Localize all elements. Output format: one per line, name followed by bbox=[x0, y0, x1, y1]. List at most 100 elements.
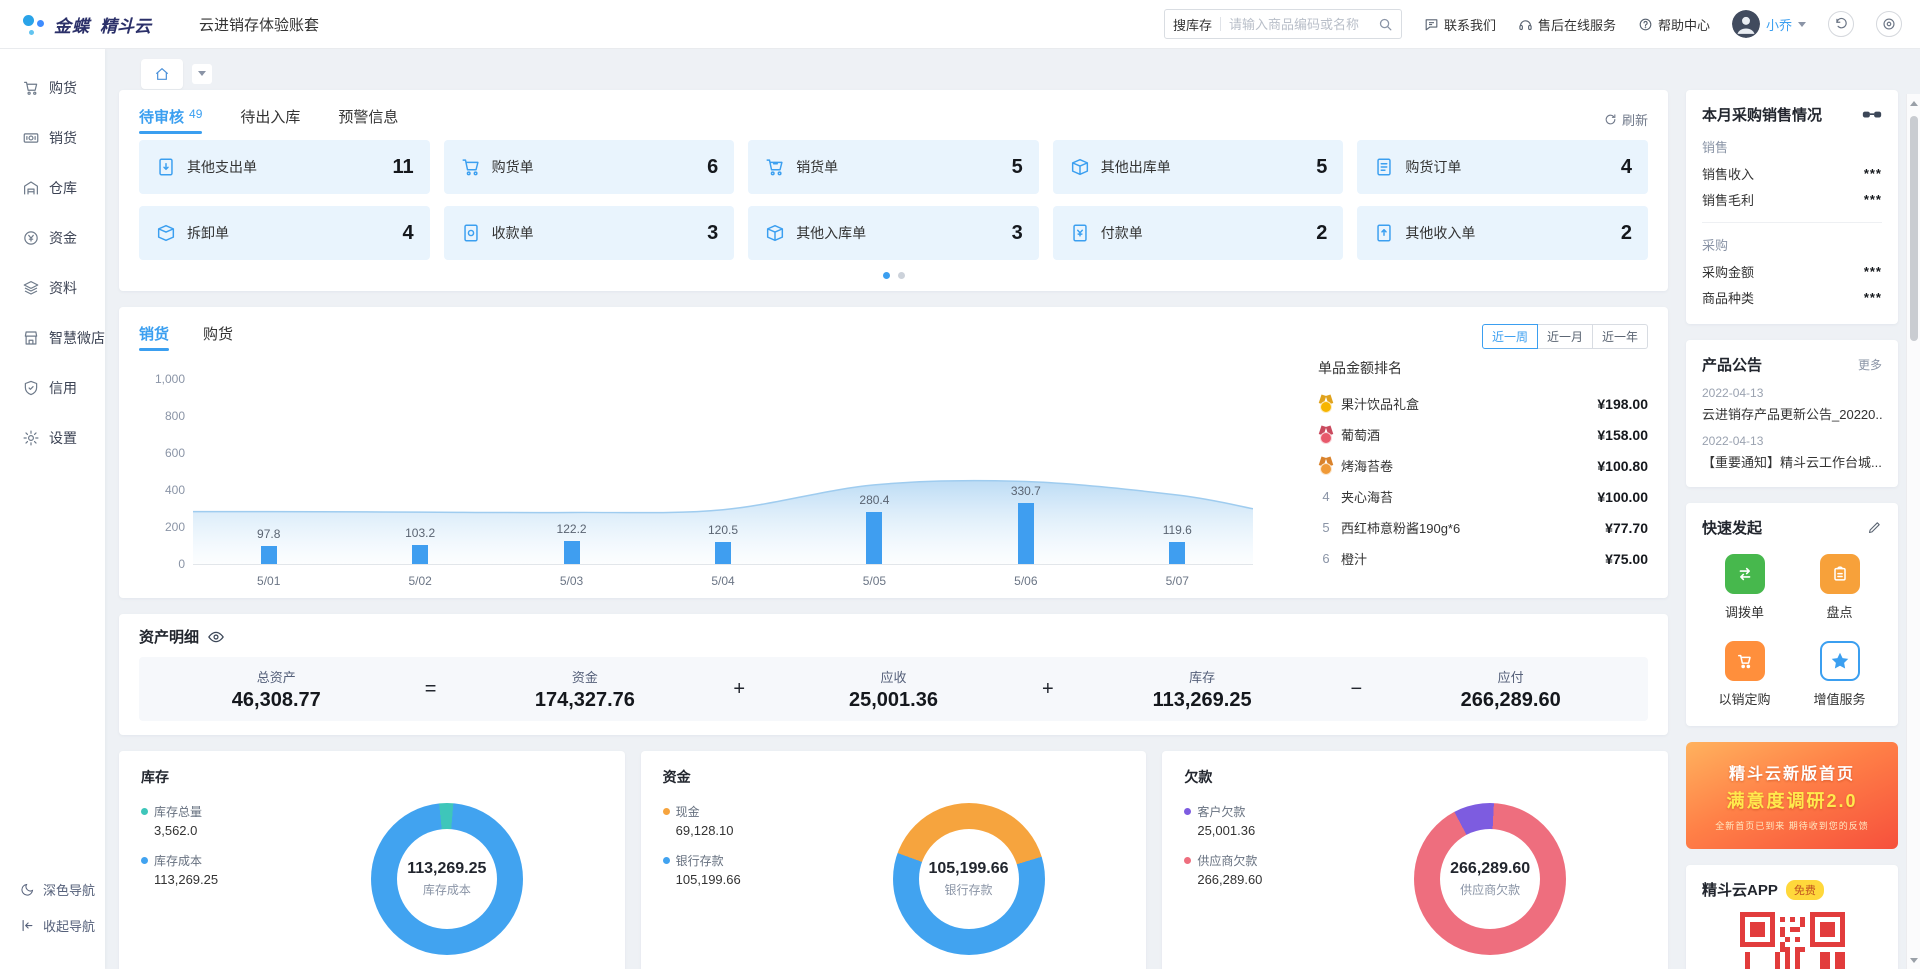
quick-stocktake[interactable]: 盘点 bbox=[1797, 554, 1882, 621]
tab-list-dropdown[interactable] bbox=[192, 64, 212, 84]
search-scope-selector[interactable]: 搜库存 bbox=[1173, 15, 1212, 34]
sidebar-item-purchase[interactable]: 购货 bbox=[0, 63, 105, 113]
tile-count: 5 bbox=[1012, 156, 1023, 179]
product-amount: ¥77.70 bbox=[1605, 520, 1648, 536]
y-axis-tick: 0 bbox=[141, 557, 185, 571]
y-axis-tick: 800 bbox=[141, 409, 185, 423]
more-link[interactable]: 更多 bbox=[1858, 356, 1882, 373]
warehouse-icon bbox=[22, 179, 40, 197]
quick-label: 盘点 bbox=[1826, 602, 1852, 621]
panel-title: 本月采购销售情况 bbox=[1702, 104, 1822, 125]
contact-us-link[interactable]: 联系我们 bbox=[1424, 15, 1496, 34]
after-sales-service-label: 售后在线服务 bbox=[1538, 15, 1616, 34]
search-input[interactable] bbox=[1229, 17, 1378, 32]
ranking-row[interactable]: 5 西红柿意粉酱190g*6 ¥77.70 bbox=[1318, 512, 1648, 543]
tab-warning-info[interactable]: 预警信息 bbox=[338, 100, 398, 138]
privacy-toggle-icon[interactable] bbox=[1862, 108, 1882, 122]
history-back-button[interactable] bbox=[1828, 11, 1854, 37]
ranking-row[interactable]: 葡萄酒 ¥158.00 bbox=[1318, 419, 1648, 450]
divider bbox=[1702, 222, 1882, 223]
collapse-nav-button[interactable]: 收起导航 bbox=[0, 907, 105, 943]
tab-label: 预警信息 bbox=[338, 106, 398, 127]
sidebar-item-label: 销货 bbox=[49, 128, 77, 148]
home-tab[interactable] bbox=[141, 59, 183, 89]
ranking-row[interactable]: 4 夹心海苔 ¥100.00 bbox=[1318, 481, 1648, 512]
todo-tile-other-income[interactable]: 其他收入单 2 bbox=[1357, 206, 1648, 260]
notice-item[interactable]: 2022-04-13 云进销存产品更新公告_20220... bbox=[1702, 386, 1882, 423]
tab-purchase[interactable]: 购货 bbox=[203, 319, 233, 354]
x-axis-label: 5/03 bbox=[537, 574, 607, 588]
edit-pencil-icon[interactable] bbox=[1867, 520, 1882, 535]
x-axis-label: 5/02 bbox=[385, 574, 455, 588]
summary-row: 销售毛利 *** bbox=[1702, 186, 1882, 212]
after-sales-service-link[interactable]: 售后在线服务 bbox=[1518, 15, 1616, 34]
notice-item[interactable]: 2022-04-13 【重要通知】精斗云工作台城... bbox=[1702, 434, 1882, 471]
todo-tile-other-expense[interactable]: 其他支出单 11 bbox=[139, 140, 430, 194]
tile-label: 销货单 bbox=[796, 157, 838, 177]
carousel-dot[interactable] bbox=[898, 272, 905, 279]
tab-pending-review[interactable]: 待审核 49 bbox=[139, 100, 202, 138]
legend-label: 现金 bbox=[676, 803, 700, 820]
survey-banner[interactable]: 精斗云新版首页 满意度调研2.0 全新首页已到来 期待收到您的反馈 bbox=[1686, 742, 1898, 849]
sidebar-item-settings[interactable]: 设置 bbox=[0, 413, 105, 463]
search-icon[interactable] bbox=[1378, 17, 1393, 32]
quick-value-added-service[interactable]: 增值服务 bbox=[1797, 641, 1882, 708]
range-week-button[interactable]: 近一周 bbox=[1482, 324, 1538, 349]
app-logo[interactable]: 金蝶精斗云 bbox=[22, 12, 151, 37]
carousel-dot-active[interactable] bbox=[883, 272, 890, 279]
todo-tile-disassembly[interactable]: 拆卸单 4 bbox=[139, 206, 430, 260]
sidebar-item-data[interactable]: 资料 bbox=[0, 263, 105, 313]
range-year-button[interactable]: 近一年 bbox=[1592, 324, 1648, 349]
quick-transfer-order[interactable]: 调拨单 bbox=[1702, 554, 1787, 621]
sidebar-item-smart-store[interactable]: 智慧微店 bbox=[0, 313, 105, 363]
todo-tile-payment[interactable]: 付款单 2 bbox=[1053, 206, 1344, 260]
debt-donut-panel: 欠款 客户欠款 25,001.36 供应商欠款 bbox=[1162, 751, 1668, 969]
scroll-down-arrow[interactable] bbox=[1907, 953, 1920, 967]
scroll-up-arrow[interactable] bbox=[1907, 96, 1920, 110]
quick-sales-driven-purchase[interactable]: 以销定购 bbox=[1702, 641, 1787, 708]
user-menu[interactable]: 小乔 bbox=[1732, 10, 1806, 38]
service-assistant-button[interactable] bbox=[1876, 11, 1902, 37]
sidebar-item-warehouse[interactable]: 仓库 bbox=[0, 163, 105, 213]
sidebar-item-sales[interactable]: 销货 bbox=[0, 113, 105, 163]
todo-tile-receipt[interactable]: 收款单 3 bbox=[444, 206, 735, 260]
todo-tile-sales-order[interactable]: 销货单 5 bbox=[748, 140, 1039, 194]
sidebar-item-credit[interactable]: 信用 bbox=[0, 363, 105, 413]
logo-product-text: 精斗云 bbox=[100, 12, 151, 37]
dark-nav-toggle[interactable]: 深色导航 bbox=[0, 871, 105, 907]
tab-sales[interactable]: 销货 bbox=[139, 319, 169, 354]
legend-label: 客户欠款 bbox=[1197, 803, 1245, 820]
legend-dot bbox=[141, 857, 148, 864]
legend-value: 266,289.60 bbox=[1197, 872, 1334, 887]
avatar bbox=[1732, 10, 1760, 38]
scrollbar-thumb[interactable] bbox=[1910, 116, 1918, 341]
sidebar-item-label: 购货 bbox=[49, 78, 77, 98]
summary-row: 销售收入 *** bbox=[1702, 160, 1882, 186]
operator: = bbox=[414, 678, 448, 701]
metric-value: 266,289.60 bbox=[1373, 689, 1648, 712]
ranking-row[interactable]: 烤海苔卷 ¥100.80 bbox=[1318, 450, 1648, 481]
legend-dot bbox=[141, 808, 148, 815]
tile-count: 2 bbox=[1316, 222, 1327, 245]
tab-pending-inout[interactable]: 待出入库 bbox=[240, 100, 300, 138]
bar-value-label: 330.7 bbox=[991, 484, 1061, 498]
todo-tile-other-outbound[interactable]: 其他出库单 5 bbox=[1053, 140, 1344, 194]
ranking-row[interactable]: 果汁饮品礼盒 ¥198.00 bbox=[1318, 388, 1648, 419]
ranking-row[interactable]: 6 橙汁 ¥75.00 bbox=[1318, 543, 1648, 574]
product-amount: ¥198.00 bbox=[1597, 396, 1648, 412]
range-month-button[interactable]: 近一月 bbox=[1537, 324, 1593, 349]
bar-value-label: 119.6 bbox=[1142, 523, 1212, 537]
eye-icon[interactable] bbox=[207, 628, 225, 646]
todo-tile-purchase-order[interactable]: 购货单 6 bbox=[444, 140, 735, 194]
todo-tile-other-inbound[interactable]: 其他入库单 3 bbox=[748, 206, 1039, 260]
sidebar-item-label: 智慧微店 bbox=[49, 328, 105, 348]
product-amount: ¥158.00 bbox=[1597, 427, 1648, 443]
kingdee-logo-icon bbox=[22, 12, 46, 36]
help-center-label: 帮助中心 bbox=[1658, 15, 1710, 34]
refresh-button[interactable]: 刷新 bbox=[1604, 110, 1648, 129]
todo-tile-purchase-po[interactable]: 购货订单 4 bbox=[1357, 140, 1648, 194]
sidebar-item-funds[interactable]: 资金 bbox=[0, 213, 105, 263]
section-label: 采购 bbox=[1702, 235, 1882, 254]
operator: − bbox=[1339, 678, 1373, 701]
help-center-link[interactable]: 帮助中心 bbox=[1638, 15, 1710, 34]
